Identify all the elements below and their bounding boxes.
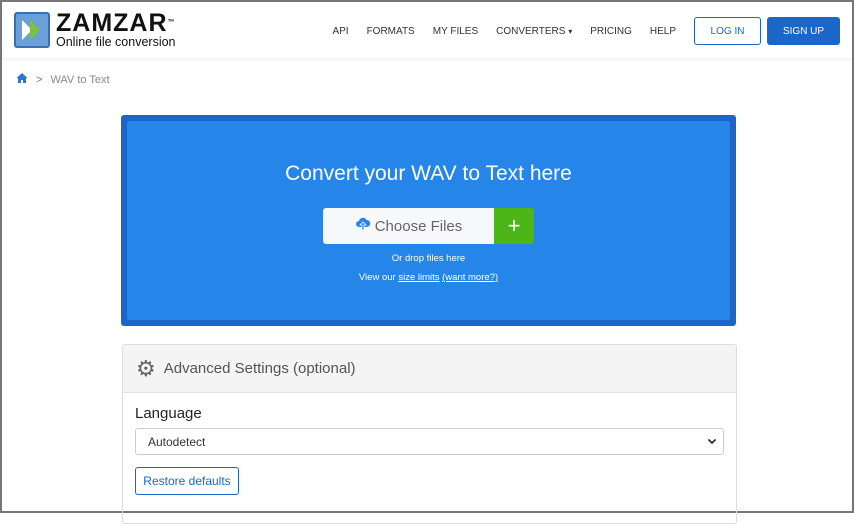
language-select[interactable]: Autodetect: [135, 428, 724, 455]
cloud-upload-icon: [355, 216, 371, 236]
nav-help[interactable]: HELP: [650, 26, 676, 37]
size-limits-link[interactable]: size limits: [398, 272, 439, 283]
nav-converters-label: CONVERTERS: [496, 25, 566, 37]
zamzar-logo-icon: [14, 12, 50, 48]
choose-files-label: Choose Files: [374, 217, 463, 235]
breadcrumb-separator: >: [36, 73, 43, 86]
nav-my-files[interactable]: MY FILES: [433, 26, 478, 37]
size-limits-text: View our size limits (want more?): [127, 272, 730, 283]
main-nav: API FORMATS MY FILES CONVERTERS ▾ PRICIN…: [332, 17, 840, 45]
nav-formats[interactable]: FORMATS: [367, 26, 415, 37]
trademark: ™: [167, 19, 176, 26]
advanced-settings-title: Advanced Settings (optional): [163, 360, 356, 377]
brand-name: ZAMZAR: [56, 9, 168, 37]
upload-panel: Convert your WAV to Text here Choose Fil…: [121, 115, 736, 326]
nav-api[interactable]: API: [332, 26, 348, 37]
header: ZAMZAR™ Online file conversion API FORMA…: [2, 2, 852, 58]
want-more-link[interactable]: (want more?): [442, 272, 498, 283]
breadcrumb-current: WAV to Text: [50, 73, 110, 86]
language-label: Language: [135, 405, 202, 422]
advanced-settings-panel: ⚙ Advanced Settings (optional) Language …: [122, 344, 737, 524]
add-files-button[interactable]: +: [494, 208, 534, 244]
hero-title: Convert your WAV to Text here: [285, 162, 572, 185]
login-button[interactable]: LOG IN: [694, 17, 761, 45]
advanced-settings-header[interactable]: ⚙ Advanced Settings (optional): [123, 345, 736, 393]
brand-tagline: Online file conversion: [56, 35, 176, 49]
chevron-down-icon: [707, 435, 717, 449]
language-value: Autodetect: [148, 434, 206, 449]
logo[interactable]: ZAMZAR™ Online file conversion: [14, 11, 176, 49]
gear-icon: ⚙: [136, 355, 156, 381]
drop-hint: Or drop files here: [391, 253, 466, 264]
nav-converters[interactable]: CONVERTERS ▾: [496, 26, 572, 37]
nav-pricing[interactable]: PRICING: [590, 26, 632, 37]
restore-defaults-button[interactable]: Restore defaults: [135, 467, 239, 495]
signup-button[interactable]: SIGN UP: [767, 17, 840, 45]
limits-prefix: View our: [358, 272, 399, 283]
home-icon[interactable]: [16, 72, 28, 87]
choose-files-button[interactable]: Choose Files: [323, 208, 494, 244]
breadcrumb: > WAV to Text: [16, 72, 110, 87]
drop-zone[interactable]: Convert your WAV to Text here Choose Fil…: [127, 121, 730, 320]
caret-down-icon: ▾: [568, 26, 573, 36]
